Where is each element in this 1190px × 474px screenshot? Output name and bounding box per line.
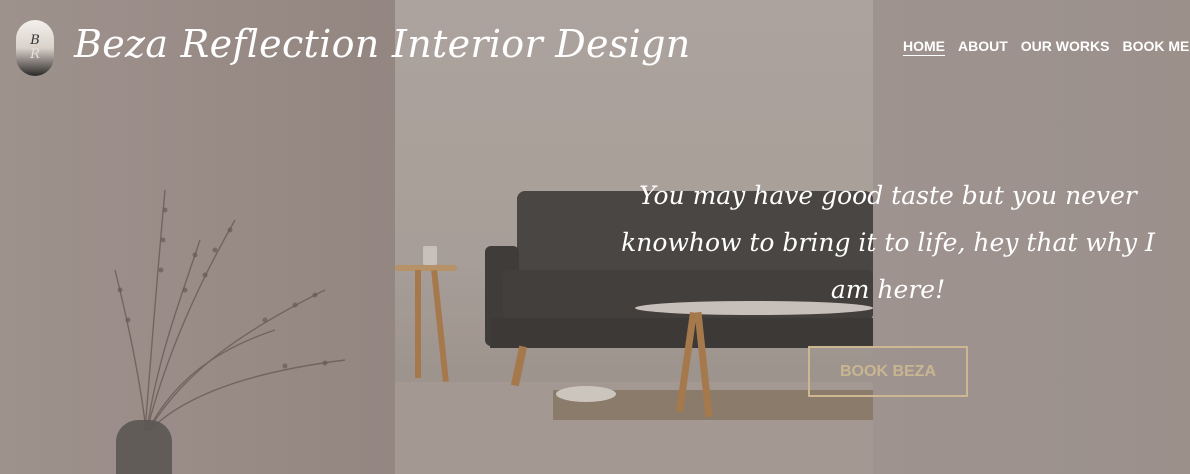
- logo[interactable]: B R: [16, 20, 54, 76]
- nav-link-about[interactable]: ABOUT: [958, 38, 1008, 54]
- brand-name[interactable]: Beza Reflection Interior Design: [74, 22, 691, 66]
- logo-letter: B: [30, 33, 40, 48]
- nav-link-book-me[interactable]: BOOK ME: [1122, 38, 1189, 54]
- hero-tagline: You may have good taste but you never kn…: [621, 181, 1155, 304]
- main-nav: HOME ABOUT OUR WORKS BOOK ME: [903, 38, 1190, 54]
- nav-link-home[interactable]: HOME: [903, 38, 945, 54]
- logo-letter: R: [30, 47, 40, 62]
- book-beza-button[interactable]: BOOK BEZA: [808, 346, 968, 397]
- nav-link-our-works[interactable]: OUR WORKS: [1021, 38, 1110, 54]
- hero-section: B R Beza Reflection Interior Design HOME…: [0, 0, 1190, 474]
